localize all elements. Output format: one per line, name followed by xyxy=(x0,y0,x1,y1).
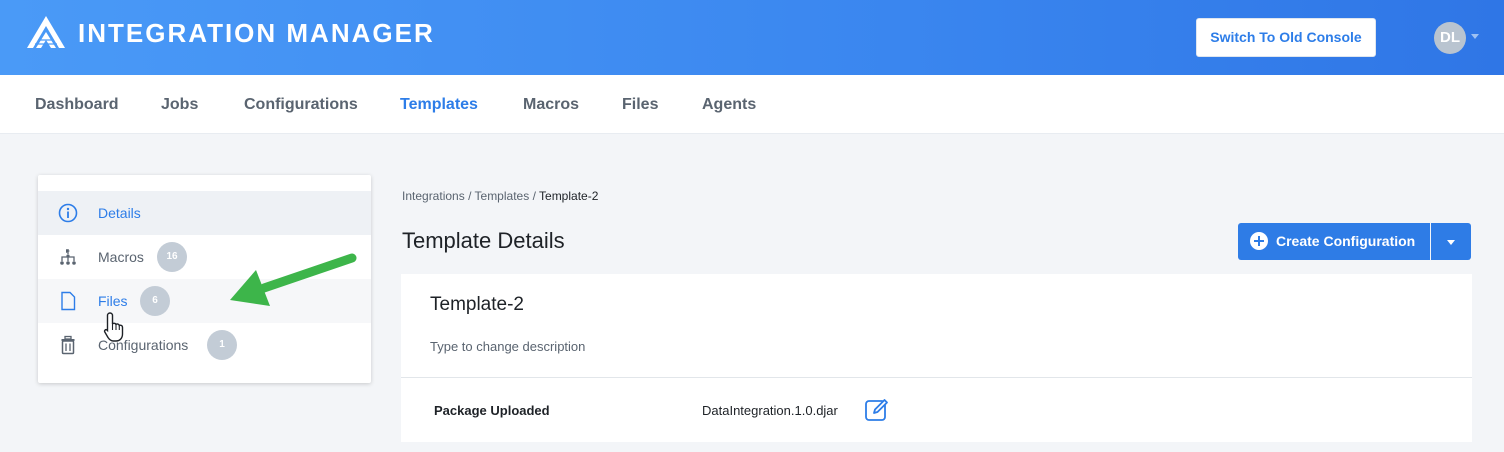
green-arrow-annotation xyxy=(230,253,357,306)
breadcrumb-integrations[interactable]: Integrations xyxy=(402,189,465,203)
create-configuration-dropdown-toggle[interactable] xyxy=(1431,223,1471,260)
file-icon xyxy=(61,291,76,311)
macros-count-badge: 16 xyxy=(157,242,187,272)
nav-dashboard[interactable]: Dashboard xyxy=(35,95,119,115)
app-title: INTEGRATION MANAGER xyxy=(78,18,435,48)
nav-jobs[interactable]: Jobs xyxy=(161,95,198,115)
edit-icon[interactable] xyxy=(864,397,890,423)
template-detail-card: Template-2 Type to change description Pa… xyxy=(401,274,1472,442)
sidebar-item-label: Files xyxy=(98,293,128,309)
plus-circle-icon xyxy=(1250,232,1268,250)
page-title: Template Details xyxy=(402,228,565,253)
template-description-input[interactable]: Type to change description xyxy=(430,339,585,355)
breadcrumb-current: Template-2 xyxy=(539,189,599,203)
nav-agents[interactable]: Agents xyxy=(702,95,756,115)
package-uploaded-label: Package Uploaded xyxy=(434,403,550,418)
user-avatar[interactable]: DL xyxy=(1434,22,1466,54)
macro-tree-icon xyxy=(60,249,76,265)
files-count-badge: 6 xyxy=(140,286,170,316)
chevron-down-icon xyxy=(1447,240,1455,245)
integration-manager-logo-icon xyxy=(27,16,65,48)
chevron-down-icon[interactable] xyxy=(1471,34,1479,39)
breadcrumb-templates[interactable]: Templates xyxy=(475,189,530,203)
top-bar: INTEGRATION MANAGER Switch To Old Consol… xyxy=(0,0,1504,75)
create-configuration-label: Create Configuration xyxy=(1276,233,1416,249)
sidebar-item-label: Details xyxy=(98,205,141,221)
sidebar-item-label: Macros xyxy=(98,249,144,265)
main-nav: Dashboard Jobs Configurations Templates … xyxy=(0,75,1504,134)
card-divider xyxy=(401,377,1472,378)
nav-files[interactable]: Files xyxy=(622,95,658,115)
sidebar-item-configurations[interactable]: Configurations 1 xyxy=(38,323,371,367)
sidebar-item-details[interactable]: Details xyxy=(38,191,371,235)
hand-pointer-cursor-icon xyxy=(103,312,124,342)
package-file-name: DataIntegration.1.0.djar xyxy=(702,403,838,418)
nav-configurations[interactable]: Configurations xyxy=(244,95,358,115)
switch-to-old-console-button[interactable]: Switch To Old Console xyxy=(1196,18,1376,57)
create-configuration-button[interactable]: Create Configuration xyxy=(1238,223,1430,260)
nav-macros[interactable]: Macros xyxy=(523,95,579,115)
breadcrumb: Integrations / Templates / Template-2 xyxy=(402,189,598,203)
configurations-count-badge: 1 xyxy=(207,330,237,360)
info-circle-icon xyxy=(58,203,78,223)
nav-templates[interactable]: Templates xyxy=(400,95,478,115)
trash-can-icon xyxy=(61,335,75,355)
template-name: Template-2 xyxy=(430,294,524,315)
